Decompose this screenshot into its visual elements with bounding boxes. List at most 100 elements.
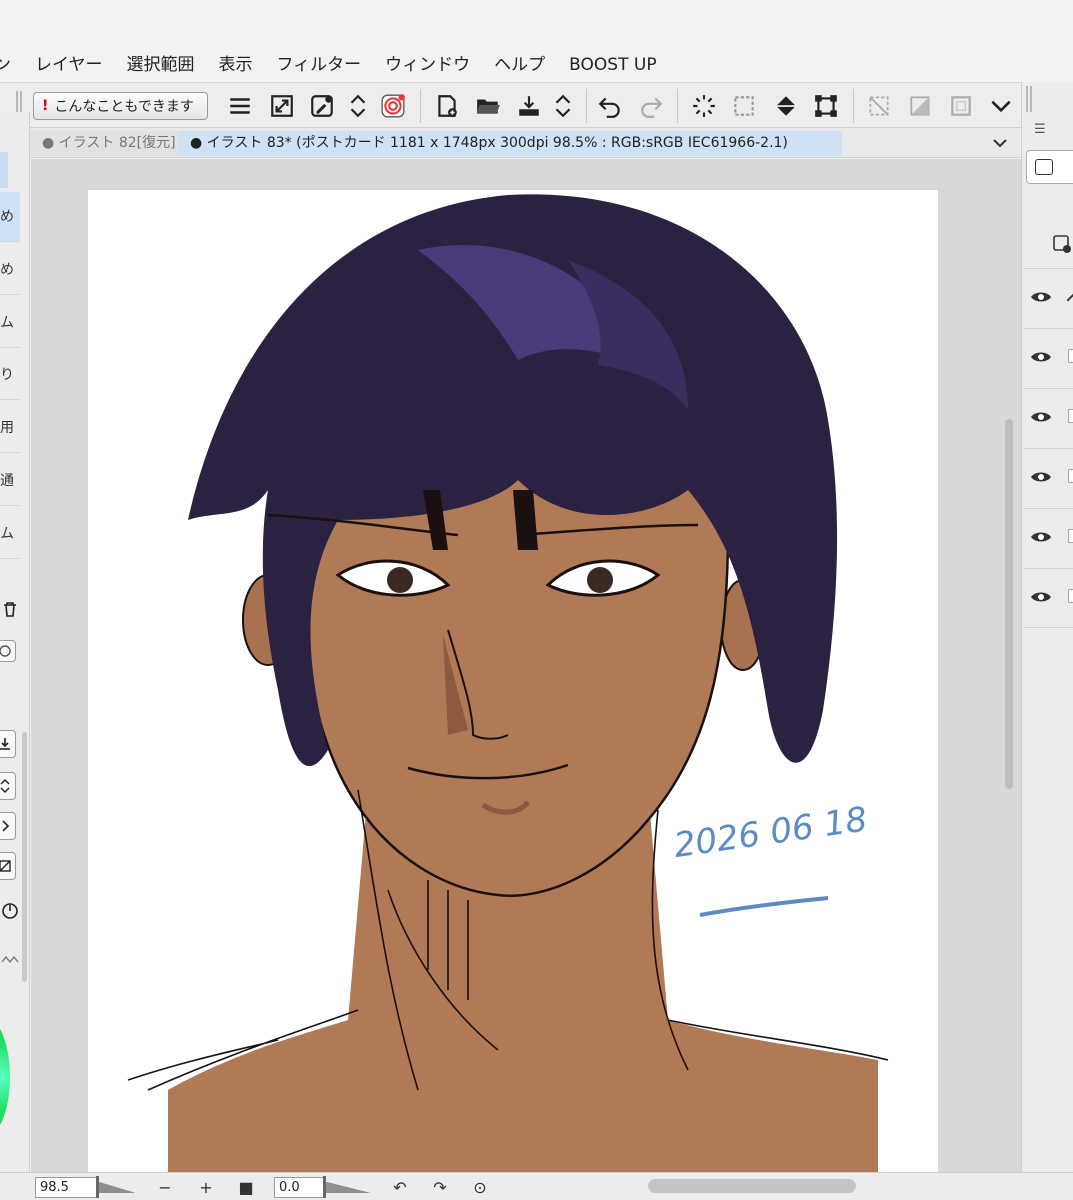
layer-row[interactable] (1024, 448, 1073, 508)
fit-view-icon[interactable]: ■ (236, 1177, 256, 1197)
blend-mode-select[interactable] (1026, 150, 1073, 184)
left-tool-panel: め め ム り 用 通 ム (0, 112, 30, 1172)
loading-spinner-icon[interactable] (689, 91, 719, 121)
add-icon[interactable] (0, 640, 16, 662)
menu-icon[interactable] (225, 91, 255, 121)
menu-selection[interactable]: 選択範囲 (115, 48, 207, 82)
transform-icon[interactable] (811, 91, 841, 121)
clear-selection-icon[interactable] (864, 91, 894, 121)
eyedropper-icon[interactable] (307, 91, 337, 121)
up-down-arrows-icon[interactable] (548, 91, 578, 121)
tab-illust-82[interactable]: ● イラスト 82[復元] (30, 131, 178, 156)
layer-thumbnail (1068, 589, 1073, 603)
canvas-vertical-scrollbar[interactable] (1005, 419, 1013, 789)
rotation-slider-track (323, 1181, 371, 1193)
trash-icon[interactable] (0, 596, 20, 622)
left-panel-scrollbar[interactable] (22, 732, 27, 982)
layer-thumbnail (1068, 529, 1073, 543)
color-wheel[interactable] (0, 1017, 10, 1137)
fill-bucket-icon[interactable] (771, 91, 801, 121)
zoom-slider[interactable] (96, 1176, 136, 1198)
zoom-out-icon[interactable]: − (155, 1177, 175, 1197)
download-icon[interactable] (0, 730, 16, 758)
sub-tool-item[interactable]: ム (0, 298, 20, 348)
layer-row[interactable] (1024, 328, 1073, 388)
zoom-input[interactable]: 98.5 (35, 1177, 97, 1198)
eye-icon[interactable] (1030, 349, 1052, 365)
eye-icon[interactable] (1030, 529, 1052, 545)
rotation-slider-knob[interactable] (323, 1176, 326, 1198)
resize-icon[interactable] (0, 852, 16, 880)
reset-rotation-icon[interactable]: ⊙ (470, 1177, 490, 1197)
rotation-slider[interactable] (323, 1176, 371, 1198)
layer-thumbnail (1068, 469, 1073, 483)
new-layer-icon[interactable] (1052, 234, 1072, 254)
layer-row[interactable] (1024, 508, 1073, 568)
layer-row[interactable] (1024, 568, 1073, 628)
tips-button[interactable]: ! こんなこともできます (33, 92, 208, 120)
sub-tool-item[interactable]: め (0, 192, 20, 242)
artwork-illustration: 2026 06 18 (127, 194, 889, 1172)
up-down-arrows-icon[interactable] (343, 91, 373, 121)
checkbox-icon (1035, 159, 1053, 175)
status-bar: 98.5 − + ■ 0.0 ↶ ↷ ⊙ (0, 1172, 1073, 1200)
tips-button-label: こんなこともできます (54, 99, 194, 115)
layer-panel: ☰ (1021, 82, 1073, 1172)
sub-tool-item[interactable]: り (0, 350, 20, 400)
menu-window[interactable]: ウィンドウ (373, 48, 482, 82)
chevron-right-icon[interactable] (0, 812, 16, 840)
left-iris (387, 567, 413, 593)
eye-icon[interactable] (1030, 289, 1052, 305)
rotate-right-icon[interactable]: ↷ (430, 1177, 450, 1197)
invert-selection-icon[interactable] (905, 91, 935, 121)
canvas-paper[interactable]: 2026 06 18 (88, 190, 938, 1172)
dial-icon[interactable] (0, 898, 20, 924)
chevron-down-icon[interactable] (986, 91, 1016, 121)
menu-layer[interactable]: レイヤー (23, 48, 115, 82)
undo-icon[interactable] (595, 91, 625, 121)
chevron-down-icon[interactable] (990, 133, 1010, 153)
rotation-input[interactable]: 0.0 (274, 1177, 324, 1198)
tab-illust-83[interactable]: ● イラスト 83* (ポストカード 1181 x 1748px 300dpi … (178, 131, 842, 156)
selection-icon[interactable] (729, 91, 759, 121)
wave-icon[interactable] (0, 946, 20, 972)
new-file-icon[interactable] (432, 91, 462, 121)
zoom-slider-knob[interactable] (96, 1176, 99, 1198)
up-down-arrows-icon[interactable] (0, 772, 16, 800)
menu-help[interactable]: ヘルプ (482, 48, 557, 82)
pen-icon (1066, 293, 1073, 302)
canvas-horizontal-scrollbar[interactable] (648, 1179, 856, 1193)
menu-animation[interactable]: ン (0, 48, 23, 82)
panel-menu-icon[interactable]: ☰ (1034, 122, 1046, 137)
spiral-app-icon[interactable] (378, 91, 408, 121)
eye-icon[interactable] (1030, 469, 1052, 485)
canvas-workspace[interactable]: 2026 06 18 (31, 159, 1021, 1172)
tab-label: イラスト 83* (ポストカード 1181 x 1748px 300dpi 98… (206, 135, 788, 151)
selection-border-icon[interactable] (946, 91, 976, 121)
panel-grip[interactable] (1026, 86, 1034, 112)
eye-icon[interactable] (1030, 409, 1052, 425)
layer-row[interactable] (1024, 388, 1073, 448)
open-folder-icon[interactable] (473, 91, 503, 121)
toolbar-separator (586, 89, 587, 123)
fit-canvas-icon[interactable] (267, 91, 297, 121)
exclamation-icon: ! (42, 98, 49, 114)
eye-icon[interactable] (1030, 589, 1052, 605)
rotate-left-icon[interactable]: ↶ (390, 1177, 410, 1197)
sub-tool-item[interactable]: 通 (0, 456, 20, 506)
toolbar-separator (853, 89, 854, 123)
layer-row[interactable] (1024, 268, 1073, 328)
menu-filter[interactable]: フィルター (265, 48, 374, 82)
document-tab-bar: ● イラスト 82[復元] ● イラスト 83* (ポストカード 1181 x … (30, 128, 1020, 158)
save-icon[interactable] (514, 91, 544, 121)
sub-tool-item[interactable]: め (0, 245, 20, 295)
menu-boost-up[interactable]: BOOST UP (557, 48, 668, 82)
redo-icon[interactable] (636, 91, 666, 121)
sub-tool-item[interactable]: 用 (0, 403, 20, 453)
menu-view[interactable]: 表示 (207, 48, 265, 82)
panel-selection-indicator (0, 152, 8, 188)
sub-tool-item[interactable]: ム (0, 509, 20, 559)
layer-panel-scrollbar[interactable] (1021, 427, 1022, 787)
zoom-in-icon[interactable]: + (196, 1177, 216, 1197)
menu-bar: ン レイヤー 選択範囲 表示 フィルター ウィンドウ ヘルプ BOOST UP (0, 48, 1073, 82)
